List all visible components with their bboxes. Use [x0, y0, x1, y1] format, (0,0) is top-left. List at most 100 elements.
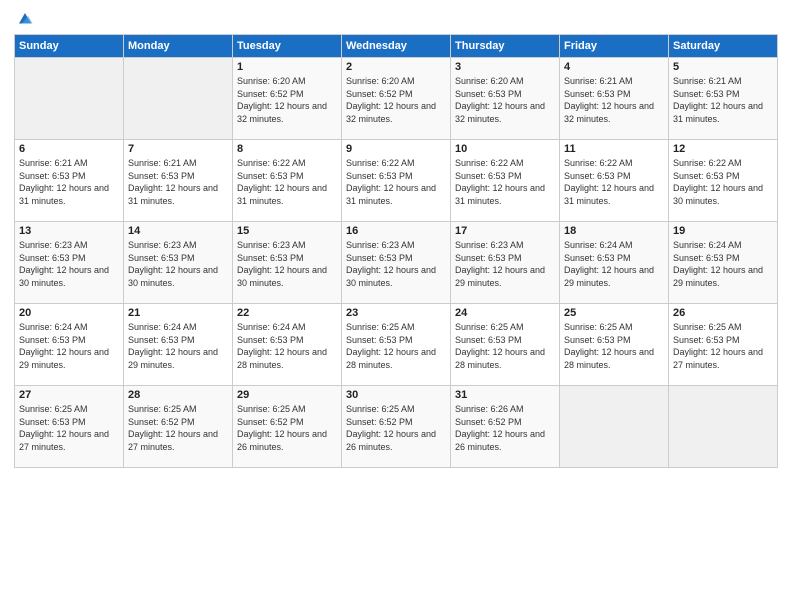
calendar-cell: 8 Sunrise: 6:22 AMSunset: 6:53 PMDaylight… [233, 140, 342, 222]
calendar-cell: 10 Sunrise: 6:22 AMSunset: 6:53 PMDayligh… [451, 140, 560, 222]
weekday-header-saturday: Saturday [669, 35, 778, 58]
day-info: Sunrise: 6:25 AMSunset: 6:52 PMDaylight:… [346, 403, 446, 453]
day-number: 6 [19, 143, 119, 155]
day-info: Sunrise: 6:23 AMSunset: 6:53 PMDaylight:… [19, 239, 119, 289]
day-info: Sunrise: 6:24 AMSunset: 6:53 PMDaylight:… [19, 321, 119, 371]
day-info: Sunrise: 6:22 AMSunset: 6:53 PMDaylight:… [237, 157, 337, 207]
weekday-header-thursday: Thursday [451, 35, 560, 58]
week-row-1: 6 Sunrise: 6:21 AMSunset: 6:53 PMDaylight… [15, 140, 778, 222]
day-info: Sunrise: 6:23 AMSunset: 6:53 PMDaylight:… [346, 239, 446, 289]
day-info: Sunrise: 6:21 AMSunset: 6:53 PMDaylight:… [19, 157, 119, 207]
page: SundayMondayTuesdayWednesdayThursdayFrid… [0, 0, 792, 612]
day-number: 18 [564, 225, 664, 237]
calendar-cell: 14 Sunrise: 6:23 AMSunset: 6:53 PMDayligh… [124, 222, 233, 304]
day-number: 27 [19, 389, 119, 401]
calendar-cell: 25Sunrise: 6:25 AMSunset: 6:53 PMDayligh… [560, 304, 669, 386]
calendar-cell [15, 58, 124, 140]
day-number: 19 [673, 225, 773, 237]
day-number: 10 [455, 143, 555, 155]
calendar-cell: 16 Sunrise: 6:23 AMSunset: 6:53 PMDayligh… [342, 222, 451, 304]
calendar-cell: 19 Sunrise: 6:24 AMSunset: 6:53 PMDayligh… [669, 222, 778, 304]
week-row-0: 1 Sunrise: 6:20 AMSunset: 6:52 PMDaylight… [15, 58, 778, 140]
calendar-cell: 31 Sunrise: 6:26 AMSunset: 6:52 PMDayligh… [451, 386, 560, 468]
day-number: 5 [673, 61, 773, 73]
day-info: Sunrise: 6:24 AMSunset: 6:53 PMDaylight:… [237, 321, 337, 371]
day-number: 13 [19, 225, 119, 237]
week-row-4: 27 Sunrise: 6:25 AMSunset: 6:53 PMDayligh… [15, 386, 778, 468]
weekday-row: SundayMondayTuesdayWednesdayThursdayFrid… [15, 35, 778, 58]
calendar-cell [560, 386, 669, 468]
day-number: 16 [346, 225, 446, 237]
day-info: Sunrise: 6:22 AMSunset: 6:53 PMDaylight:… [455, 157, 555, 207]
calendar-cell: 1 Sunrise: 6:20 AMSunset: 6:52 PMDaylight… [233, 58, 342, 140]
day-number: 23 [346, 307, 446, 319]
calendar-cell: 3 Sunrise: 6:20 AMSunset: 6:53 PMDaylight… [451, 58, 560, 140]
week-row-3: 20Sunrise: 6:24 AMSunset: 6:53 PMDayligh… [15, 304, 778, 386]
calendar-cell: 9Sunrise: 6:22 AMSunset: 6:53 PMDaylight… [342, 140, 451, 222]
day-info: Sunrise: 6:24 AMSunset: 6:53 PMDaylight:… [673, 239, 773, 289]
calendar-cell: 21 Sunrise: 6:24 AMSunset: 6:53 PMDayligh… [124, 304, 233, 386]
calendar-cell: 4Sunrise: 6:21 AMSunset: 6:53 PMDaylight… [560, 58, 669, 140]
day-number: 14 [128, 225, 228, 237]
day-number: 12 [673, 143, 773, 155]
day-number: 17 [455, 225, 555, 237]
calendar-cell: 13 Sunrise: 6:23 AMSunset: 6:53 PMDayligh… [15, 222, 124, 304]
calendar-cell: 20Sunrise: 6:24 AMSunset: 6:53 PMDayligh… [15, 304, 124, 386]
day-number: 15 [237, 225, 337, 237]
day-info: Sunrise: 6:22 AMSunset: 6:53 PMDaylight:… [564, 157, 664, 207]
logo-icon [16, 10, 34, 28]
day-info: Sunrise: 6:24 AMSunset: 6:53 PMDaylight:… [128, 321, 228, 371]
day-info: Sunrise: 6:21 AMSunset: 6:53 PMDaylight:… [673, 75, 773, 125]
day-number: 26 [673, 307, 773, 319]
day-number: 30 [346, 389, 446, 401]
day-info: Sunrise: 6:20 AMSunset: 6:53 PMDaylight:… [455, 75, 555, 125]
day-info: Sunrise: 6:23 AMSunset: 6:53 PMDaylight:… [455, 239, 555, 289]
day-number: 31 [455, 389, 555, 401]
day-info: Sunrise: 6:25 AMSunset: 6:52 PMDaylight:… [237, 403, 337, 453]
calendar-cell: 29 Sunrise: 6:25 AMSunset: 6:52 PMDayligh… [233, 386, 342, 468]
day-info: Sunrise: 6:22 AMSunset: 6:53 PMDaylight:… [673, 157, 773, 207]
day-number: 8 [237, 143, 337, 155]
day-number: 29 [237, 389, 337, 401]
day-info: Sunrise: 6:21 AMSunset: 6:53 PMDaylight:… [128, 157, 228, 207]
day-info: Sunrise: 6:25 AMSunset: 6:53 PMDaylight:… [455, 321, 555, 371]
calendar-cell: 26 Sunrise: 6:25 AMSunset: 6:53 PMDayligh… [669, 304, 778, 386]
calendar-cell: 28 Sunrise: 6:25 AMSunset: 6:52 PMDayligh… [124, 386, 233, 468]
day-info: Sunrise: 6:25 AMSunset: 6:53 PMDaylight:… [673, 321, 773, 371]
weekday-header-tuesday: Tuesday [233, 35, 342, 58]
calendar-cell: 15 Sunrise: 6:23 AMSunset: 6:53 PMDayligh… [233, 222, 342, 304]
day-number: 22 [237, 307, 337, 319]
calendar: SundayMondayTuesdayWednesdayThursdayFrid… [14, 34, 778, 468]
day-info: Sunrise: 6:25 AMSunset: 6:52 PMDaylight:… [128, 403, 228, 453]
header [14, 10, 778, 28]
weekday-header-wednesday: Wednesday [342, 35, 451, 58]
day-number: 28 [128, 389, 228, 401]
calendar-cell: 30 Sunrise: 6:25 AMSunset: 6:52 PMDayligh… [342, 386, 451, 468]
weekday-header-monday: Monday [124, 35, 233, 58]
logo [14, 10, 36, 28]
day-number: 3 [455, 61, 555, 73]
day-number: 1 [237, 61, 337, 73]
calendar-cell: 17 Sunrise: 6:23 AMSunset: 6:53 PMDayligh… [451, 222, 560, 304]
calendar-cell [124, 58, 233, 140]
day-info: Sunrise: 6:26 AMSunset: 6:52 PMDaylight:… [455, 403, 555, 453]
day-number: 25 [564, 307, 664, 319]
day-info: Sunrise: 6:20 AMSunset: 6:52 PMDaylight:… [237, 75, 337, 125]
calendar-cell: 2Sunrise: 6:20 AMSunset: 6:52 PMDaylight… [342, 58, 451, 140]
weekday-header-sunday: Sunday [15, 35, 124, 58]
day-number: 24 [455, 307, 555, 319]
weekday-header-friday: Friday [560, 35, 669, 58]
calendar-cell: 18 Sunrise: 6:24 AMSunset: 6:53 PMDayligh… [560, 222, 669, 304]
day-info: Sunrise: 6:24 AMSunset: 6:53 PMDaylight:… [564, 239, 664, 289]
day-number: 21 [128, 307, 228, 319]
day-info: Sunrise: 6:25 AMSunset: 6:53 PMDaylight:… [19, 403, 119, 453]
calendar-cell: 7 Sunrise: 6:21 AMSunset: 6:53 PMDaylight… [124, 140, 233, 222]
day-info: Sunrise: 6:23 AMSunset: 6:53 PMDaylight:… [237, 239, 337, 289]
calendar-cell: 11Sunrise: 6:22 AMSunset: 6:53 PMDayligh… [560, 140, 669, 222]
calendar-cell [669, 386, 778, 468]
day-number: 7 [128, 143, 228, 155]
calendar-cell: 6 Sunrise: 6:21 AMSunset: 6:53 PMDaylight… [15, 140, 124, 222]
calendar-cell: 12 Sunrise: 6:22 AMSunset: 6:53 PMDayligh… [669, 140, 778, 222]
day-info: Sunrise: 6:23 AMSunset: 6:53 PMDaylight:… [128, 239, 228, 289]
calendar-body: 1 Sunrise: 6:20 AMSunset: 6:52 PMDaylight… [15, 58, 778, 468]
